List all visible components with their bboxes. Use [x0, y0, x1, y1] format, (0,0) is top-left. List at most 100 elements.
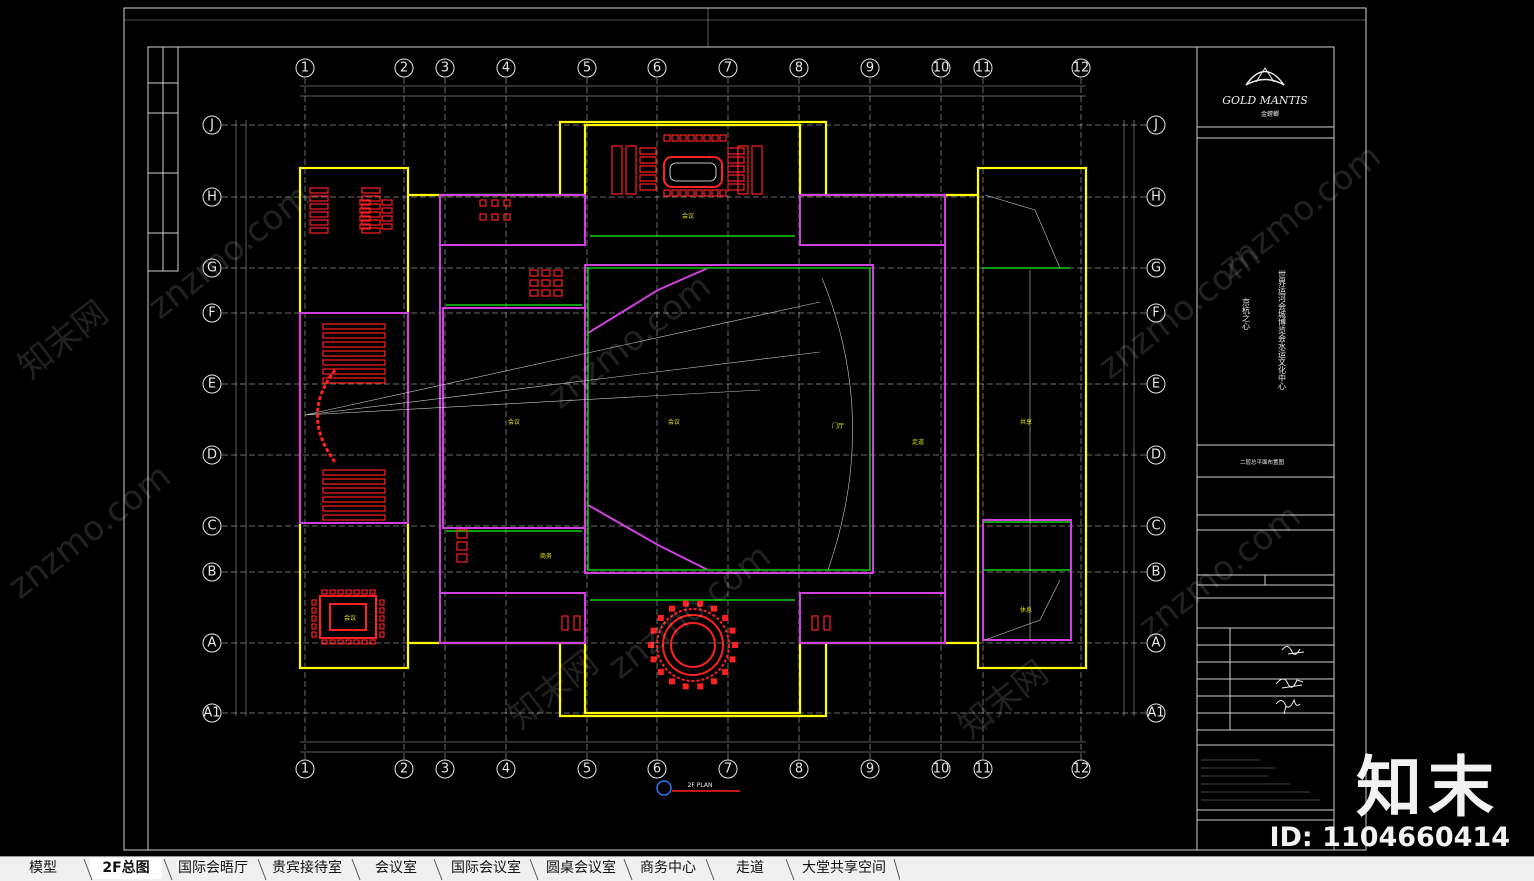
chair: [639, 183, 657, 191]
grid-bubble-row: E: [208, 377, 216, 392]
grid-bubble-row: E: [1152, 377, 1160, 392]
chair: [379, 599, 385, 606]
chair: [529, 269, 539, 277]
chair: [541, 289, 551, 297]
grid-bubble-row: G: [1151, 261, 1161, 276]
chair: [353, 639, 360, 645]
chair: [625, 145, 637, 195]
chair: [311, 615, 317, 622]
chair: [561, 615, 569, 631]
grid-bubble-col: 3: [441, 762, 449, 777]
chair: [381, 223, 393, 230]
chair: [679, 189, 687, 197]
floor-plan-drawing: GOLD MANTIS 金螳螂 京杭之心 世界运河会城博览会水运文化中心 二层总…: [1, 7, 1389, 851]
watermark-brand: 知末 ID: 1104660414: [1269, 742, 1520, 853]
logo-text: GOLD MANTIS: [1222, 94, 1308, 107]
grid-bubble-col: 10: [933, 61, 950, 76]
chair: [381, 215, 393, 222]
chair: [311, 599, 317, 606]
chair: [322, 487, 386, 494]
cad-model-space[interactable]: GOLD MANTIS 金螳螂 京杭之心 世界运河会城博览会水运文化中心 二层总…: [0, 0, 1534, 856]
svg-text:会议: 会议: [682, 212, 694, 220]
chair: [353, 589, 360, 595]
watermark: znzmo.com znzmo.com znzmo.com znzmo.com …: [1, 136, 1389, 747]
grid-bubble-col: 7: [724, 762, 732, 777]
chair: [311, 607, 317, 614]
grid-bubble-col: 1: [301, 61, 309, 76]
oval-conference-table: [663, 156, 723, 188]
chair: [491, 213, 499, 221]
grid-bubble-row: B: [1152, 565, 1161, 580]
grid-bubble-row: B: [208, 565, 217, 580]
chair: [309, 227, 329, 234]
svg-text:休息: 休息: [1020, 606, 1032, 614]
grid-bubble-col: 8: [795, 61, 803, 76]
svg-text:znzmo.com: znzmo.com: [541, 266, 719, 417]
grid-bubble-row: J: [1153, 118, 1158, 133]
chair: [322, 350, 386, 357]
chair: [682, 683, 689, 690]
svg-text:门厅: 门厅: [832, 422, 844, 430]
chair: [727, 147, 745, 155]
svg-text:znzmo.com: znzmo.com: [601, 536, 779, 687]
grid-bubble-col: 12: [1073, 762, 1090, 777]
chair: [491, 199, 499, 207]
chair: [322, 341, 386, 348]
chair: [321, 589, 328, 595]
chair: [679, 134, 687, 142]
chair: [329, 639, 336, 645]
chair: [337, 589, 344, 595]
gold-mantis-logo: GOLD MANTIS 金螳螂: [1222, 67, 1308, 118]
svg-text:znzmo.com: znzmo.com: [1, 456, 179, 607]
chair: [541, 279, 551, 287]
svg-text:znzmo.com: znzmo.com: [1211, 136, 1389, 287]
chair: [322, 377, 386, 384]
chair: [573, 615, 581, 631]
chair: [671, 189, 679, 197]
chair: [479, 199, 487, 207]
chair: [823, 615, 831, 631]
chair: [345, 639, 352, 645]
chair: [503, 199, 511, 207]
chair: [687, 134, 695, 142]
chair: [639, 156, 657, 164]
chair: [553, 279, 563, 287]
grid-bubble-col: 10: [933, 762, 950, 777]
chair: [727, 183, 745, 191]
chair: [322, 469, 386, 476]
chair: [722, 668, 729, 675]
grid-bubble-row: H: [1151, 190, 1161, 205]
chair: [611, 145, 623, 195]
svg-text:会议: 会议: [668, 418, 680, 426]
svg-text:知末网: 知末网: [11, 293, 116, 387]
grid-bubble-col: 6: [653, 61, 661, 76]
grid-bubble-col: 12: [1073, 61, 1090, 76]
chair: [311, 631, 317, 638]
grid-bubble-col: 5: [583, 762, 591, 777]
chair: [737, 145, 749, 195]
chair: [321, 639, 328, 645]
svg-text:走道: 走道: [912, 438, 924, 446]
chair: [322, 359, 386, 366]
chair: [729, 627, 736, 634]
chair: [732, 642, 738, 648]
chair: [727, 165, 745, 173]
grid-bubble-row: D: [1151, 448, 1161, 463]
tab-separators: [83, 858, 900, 881]
grid-bubble-row: A: [208, 636, 217, 651]
grid-bubble-col: 4: [502, 61, 510, 76]
grid-bubble-col: 7: [724, 61, 732, 76]
svg-text:知末网: 知末网: [501, 643, 606, 737]
grid-bubble-row: F: [208, 306, 215, 321]
chair: [379, 615, 385, 622]
chair: [639, 165, 657, 173]
chair: [729, 656, 736, 663]
watermark-brand-cn: 知末: [1356, 749, 1500, 826]
grid-bubble-row: C: [207, 519, 216, 534]
grid-bubble-col: 8: [795, 762, 803, 777]
chair: [456, 541, 468, 551]
chair: [541, 269, 551, 277]
partition-walls: [299, 194, 1072, 644]
chair: [695, 189, 703, 197]
chair: [456, 553, 468, 563]
